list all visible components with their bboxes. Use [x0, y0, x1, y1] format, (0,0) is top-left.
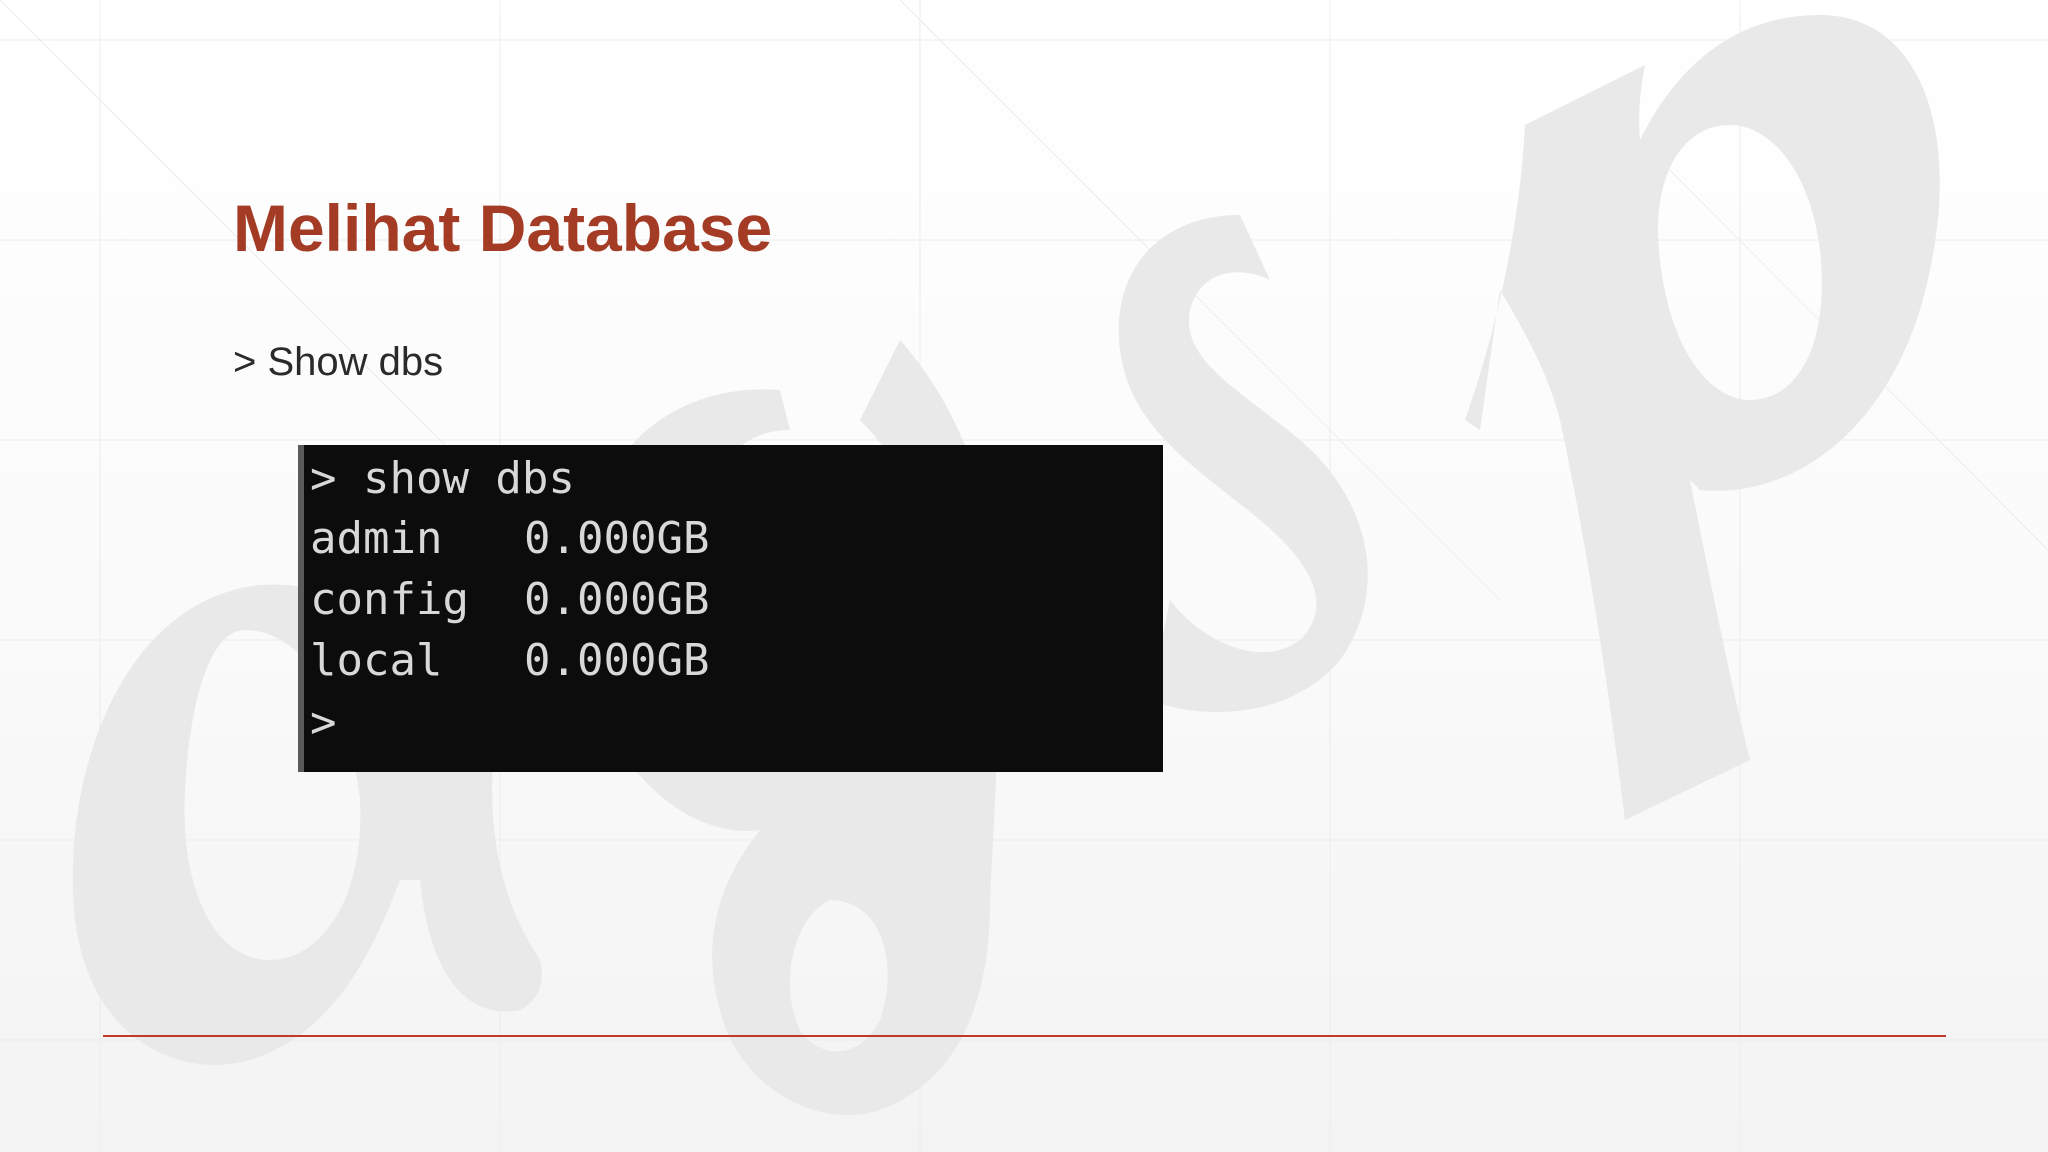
db-name: config	[310, 574, 469, 625]
footer-divider	[103, 1035, 1946, 1037]
db-size: 0.000GB	[524, 513, 710, 564]
db-name: admin	[310, 513, 443, 564]
slide: Melihat Database > Show dbs > show dbs a…	[0, 0, 2048, 1152]
terminal-db-row: config 0.000GB	[310, 572, 709, 628]
terminal-command: > show dbs	[310, 453, 575, 504]
terminal-db-row: admin 0.000GB	[310, 511, 709, 567]
terminal-screenshot: > show dbs admin 0.000GB config 0.000GB lo…	[298, 445, 1163, 772]
db-size: 0.000GB	[524, 635, 710, 686]
db-name: local	[310, 635, 443, 686]
terminal-db-row: local 0.000GB	[310, 633, 709, 689]
slide-title: Melihat Database	[233, 191, 773, 265]
terminal-prompt: >	[310, 697, 337, 748]
bullet-point: > Show dbs	[233, 340, 444, 384]
db-size: 0.000GB	[524, 574, 710, 625]
